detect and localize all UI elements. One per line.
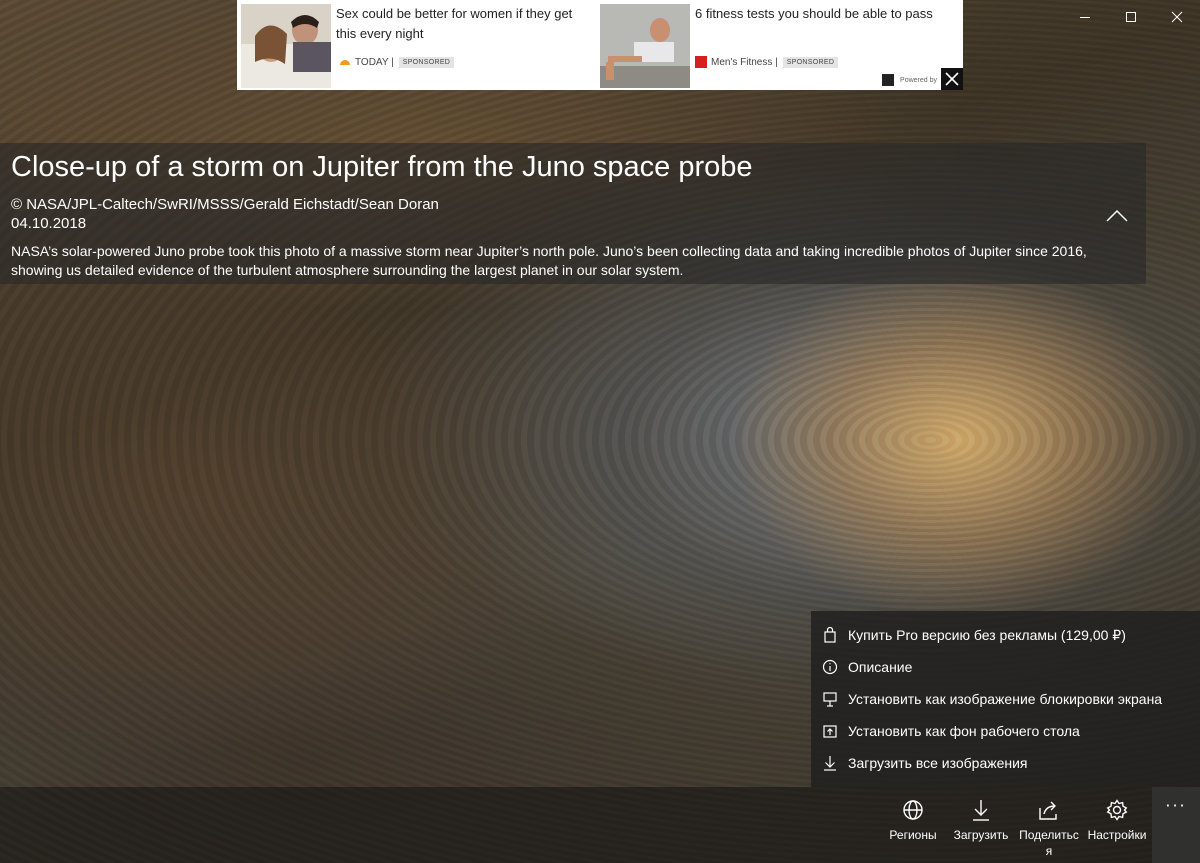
desktop-background-icon [822,723,838,739]
ad-source-name: TODAY | [355,56,394,68]
ad-close-button[interactable] [941,68,963,90]
image-date: 04.10.2018 [11,215,87,232]
ad-title: 6 fitness tests you should be able to pa… [695,6,933,21]
menu-item-set-desktop-background[interactable]: Установить как фон рабочего стола [811,715,1200,747]
powered-by[interactable]: Powered by [882,74,937,86]
ad-source: TODAY | SPONSORED [339,56,455,68]
image-info-panel: Close-up of a storm on Jupiter from the … [0,143,1146,284]
ad-title: Sex could be better for women if they ge… [336,6,573,41]
powered-by-label: Powered by [900,76,937,84]
settings-label: Настройки [1087,828,1147,842]
command-bar: Регионы Загрузить Поделиться Настройки [0,787,1200,863]
today-logo-icon [340,60,350,65]
settings-button[interactable]: Настройки [1085,799,1149,843]
menu-item-label: Описание [848,659,913,675]
close-icon [945,72,959,86]
menu-item-description[interactable]: Описание [811,651,1200,683]
gear-icon [1085,799,1149,821]
info-icon [822,659,838,675]
download-label: Загрузить [953,828,1009,842]
more-dots-icon: ··· [1165,796,1187,815]
ad-thumbnail [241,4,331,88]
ad-source: Men's Fitness | SPONSORED [695,56,839,68]
menu-item-label: Купить Pro версию без рекламы (129,00 ₽) [848,626,1126,643]
mens-fitness-logo-icon [695,56,707,68]
globe-icon [881,799,945,821]
download-icon [949,799,1013,821]
ad-source-name: Men's Fitness | [711,56,778,68]
more-options-button[interactable]: ··· [1152,787,1200,863]
menu-item-label: Загрузить все изображения [848,755,1028,771]
powered-by-logo-icon [882,74,895,86]
image-copyright: © NASA/JPL-Caltech/SwRI/MSSS/Gerald Eich… [11,196,439,213]
image-description: NASA’s solar-powered Juno probe took thi… [11,243,1087,278]
menu-item-label: Установить как изображение блокировки эк… [848,691,1163,707]
minimize-button[interactable] [1062,0,1108,34]
close-icon [1171,11,1183,23]
close-button[interactable] [1154,0,1200,34]
shopping-bag-icon [822,627,838,643]
menu-item-download-all[interactable]: Загрузить все изображения [811,747,1200,779]
sponsored-badge: SPONSORED [782,56,839,68]
download-icon [822,755,838,771]
lock-screen-icon [822,691,838,707]
minimize-icon [1080,17,1090,18]
ad-banner: Sex could be better for women if they ge… [237,0,963,90]
maximize-icon [1126,12,1136,22]
download-button[interactable]: Загрузить [949,799,1013,843]
sponsored-badge: SPONSORED [398,56,455,68]
share-label: Поделиться [1019,828,1079,858]
chevron-up-icon [1106,209,1128,222]
image-title: Close-up of a storm on Jupiter from the … [11,151,753,183]
ad-item[interactable]: Sex could be better for women if they ge… [241,4,591,88]
overflow-menu: Купить Pro версию без рекламы (129,00 ₽)… [811,611,1200,787]
window-controls [1062,0,1200,34]
share-icon [1017,799,1081,821]
collapse-info-button[interactable] [1104,205,1130,227]
menu-item-set-lock-screen[interactable]: Установить как изображение блокировки эк… [811,683,1200,715]
menu-item-buy-pro[interactable]: Купить Pro версию без рекламы (129,00 ₽) [811,619,1200,651]
regions-button[interactable]: Регионы [881,799,945,843]
menu-item-label: Установить как фон рабочего стола [848,723,1080,739]
share-button[interactable]: Поделиться [1017,799,1081,859]
ad-thumbnail [600,4,690,88]
maximize-button[interactable] [1108,0,1154,34]
regions-label: Регионы [889,828,937,842]
